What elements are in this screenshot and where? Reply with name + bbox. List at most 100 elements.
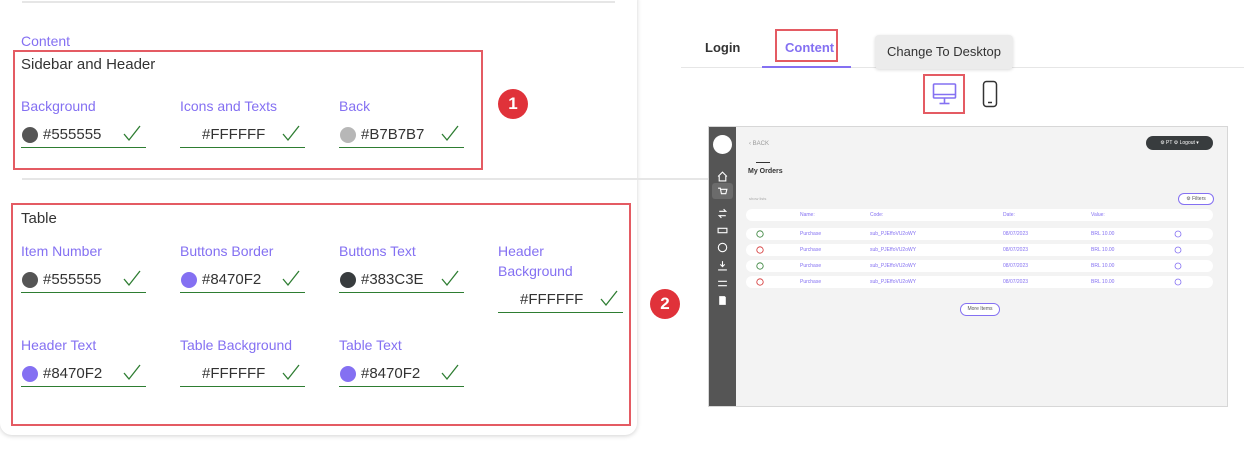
color-value: #FFFFFF — [202, 126, 266, 143]
tooltip: Change To Desktop — [875, 35, 1013, 69]
color-swatch — [181, 271, 197, 288]
row-code: sub_PJEffoVU2oWY — [870, 279, 917, 285]
check-icon — [600, 290, 618, 307]
check-icon — [282, 125, 300, 142]
color-field-background: Background #555555 — [21, 96, 146, 148]
color-input[interactable]: #555555 — [21, 122, 146, 148]
table-title: Table — [21, 210, 57, 227]
color-input[interactable]: #8470F2 — [180, 267, 305, 293]
settings-icon — [718, 280, 727, 287]
color-swatch — [340, 365, 356, 382]
status-ok-icon — [756, 262, 764, 270]
check-icon — [282, 270, 300, 287]
row-action-icon — [1174, 246, 1182, 254]
color-field-icons-and-texts: Icons and Texts #FFFFFF — [180, 96, 305, 148]
check-icon — [441, 270, 459, 287]
content-tab-highlight — [775, 29, 838, 62]
color-field-buttons-text: Buttons Text #383C3E — [339, 241, 464, 293]
row-date: 08/07/2023 — [1003, 247, 1029, 253]
field-label: Header Text — [21, 337, 97, 353]
home-icon — [717, 171, 728, 182]
field-label: Back — [339, 98, 371, 114]
color-value: #8470F2 — [202, 271, 262, 288]
color-input[interactable]: #555555 — [21, 267, 146, 293]
color-field-table-text: Table Text #8470F2 — [339, 335, 464, 387]
color-value: #FFFFFF — [520, 291, 584, 308]
color-swatch — [22, 126, 38, 143]
ticket-icon — [717, 227, 728, 234]
color-input[interactable]: #B7B7B7 — [339, 122, 464, 148]
step-badge-1: 1 — [498, 89, 528, 119]
swap-icon — [717, 208, 728, 219]
color-field-header-text: Header Text #8470F2 — [21, 335, 146, 387]
color-value: #B7B7B7 — [361, 126, 425, 143]
tab-login[interactable]: Login — [705, 40, 740, 55]
preview-sidebar — [709, 127, 736, 406]
row-action-icon — [1174, 262, 1182, 270]
color-input[interactable]: #383C3E — [339, 267, 464, 293]
preview-table-row: Purchase sub_PJEffoVU2oWY 08/07/2023 BRL… — [746, 244, 1213, 256]
color-input[interactable]: #FFFFFF — [180, 361, 305, 387]
preview-small-text: show lists — [749, 196, 767, 201]
preview-more-items-button: More Items — [960, 303, 1000, 316]
row-code: sub_PJEffoVU2oWY — [870, 231, 917, 237]
preview-table-header: Name: Code: Date: Value: — [746, 209, 1213, 221]
check-icon — [282, 364, 300, 381]
color-value: #8470F2 — [361, 365, 421, 382]
field-label: Table Text — [339, 337, 402, 353]
status-error-icon — [756, 278, 764, 286]
preview-col-date: Date: — [1003, 212, 1015, 218]
document-icon — [719, 296, 726, 305]
row-value: BRL 10.00 — [1091, 247, 1115, 253]
step-badge-2: 2 — [650, 289, 680, 319]
row-code: sub_PJEffoVU2oWY — [870, 247, 917, 253]
preview-col-value: Value: — [1091, 212, 1105, 218]
row-action-icon — [1174, 230, 1182, 238]
field-label: Buttons Text — [339, 243, 416, 259]
field-label: Item Number — [21, 243, 102, 259]
check-icon — [123, 125, 141, 142]
color-value: #383C3E — [361, 271, 424, 288]
color-value: #8470F2 — [43, 365, 103, 382]
color-field-header-background: Header Background #FFFFFF — [498, 241, 623, 313]
preview-back: ‹ BACK — [749, 141, 770, 147]
field-label: Icons and Texts — [180, 98, 278, 114]
field-label: Buttons Border — [180, 243, 274, 259]
preview-logo — [713, 135, 732, 154]
content-section-link[interactable]: Content — [21, 33, 70, 49]
sidebar-header-title: Sidebar and Header — [21, 56, 156, 73]
color-field-buttons-border: Buttons Border #8470F2 — [180, 241, 305, 293]
smile-icon — [717, 242, 728, 253]
preview-table-row: Purchase sub_PJEffoVU2oWY 08/07/2023 BRL… — [746, 228, 1213, 240]
color-value: #FFFFFF — [202, 365, 266, 382]
color-swatch — [22, 365, 38, 382]
download-icon — [718, 261, 727, 271]
row-action-icon — [1174, 278, 1182, 286]
color-field-back: Back #B7B7B7 — [339, 96, 464, 148]
color-swatch — [340, 126, 356, 143]
field-label: Header Background — [498, 243, 573, 279]
top-divider — [22, 1, 615, 3]
status-ok-icon — [756, 230, 764, 238]
desktop-preview: ‹ BACK ⚙ PT ⚙ Logout ▾ My Orders show li… — [708, 126, 1228, 407]
color-swatch — [340, 271, 356, 288]
color-field-table-background: Table Background #FFFFFF — [180, 335, 305, 387]
row-code: sub_PJEffoVU2oWY — [870, 263, 917, 269]
color-input[interactable]: #FFFFFF — [498, 287, 623, 313]
preview-table-row: Purchase sub_PJEffoVU2oWY 08/07/2023 BRL… — [746, 276, 1213, 288]
status-error-icon — [756, 246, 764, 254]
color-input[interactable]: #8470F2 — [21, 361, 146, 387]
color-input[interactable]: #8470F2 — [339, 361, 464, 387]
row-name: Purchase — [800, 263, 822, 269]
row-date: 08/07/2023 — [1003, 279, 1029, 285]
check-icon — [441, 364, 459, 381]
row-name: Purchase — [800, 231, 822, 237]
color-value: #555555 — [43, 126, 102, 143]
row-date: 08/07/2023 — [1003, 263, 1029, 269]
preview-title: My Orders — [748, 168, 783, 175]
row-name: Purchase — [800, 279, 822, 285]
desktop-icon[interactable] — [932, 82, 957, 106]
color-input[interactable]: #FFFFFF — [180, 122, 305, 148]
preview-user-menu: ⚙ PT ⚙ Logout ▾ — [1146, 136, 1213, 150]
mobile-icon[interactable] — [982, 80, 998, 108]
